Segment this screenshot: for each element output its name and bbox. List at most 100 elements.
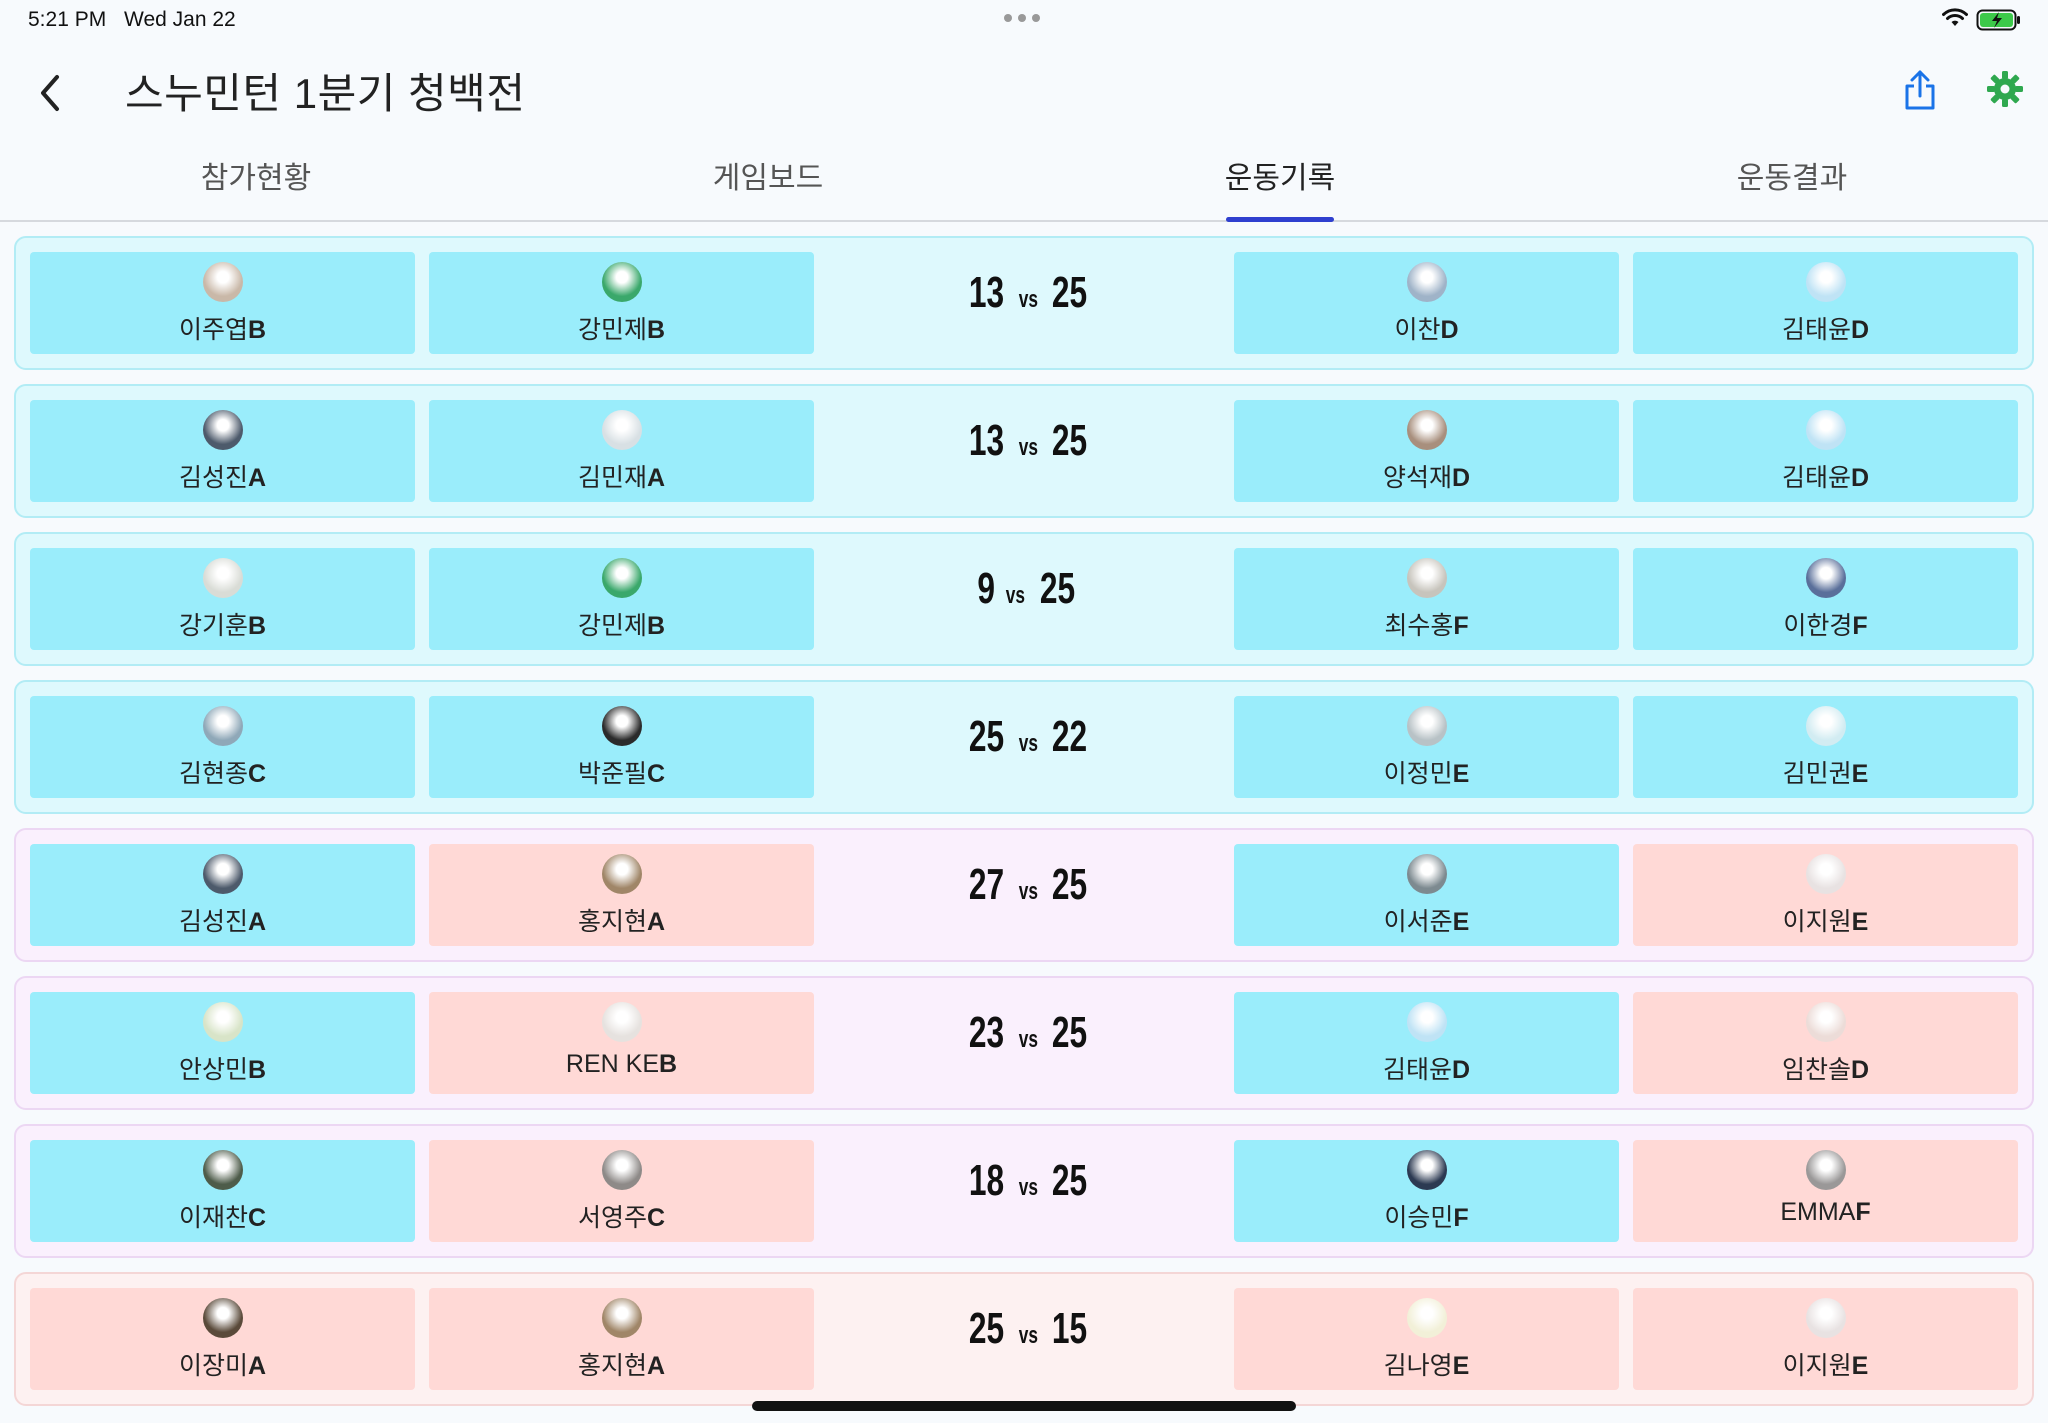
player-grade: D: [1440, 316, 1459, 344]
score-left: 25: [968, 1304, 1004, 1353]
player-card[interactable]: 강민제B: [429, 548, 814, 650]
player-grade: B: [247, 612, 267, 640]
back-button[interactable]: [30, 68, 70, 118]
player-card[interactable]: 강기훈B: [30, 548, 415, 650]
player-card[interactable]: 서영주C: [429, 1140, 814, 1242]
player-card[interactable]: 박준필C: [429, 696, 814, 798]
player-name-text: 임찬솔: [1781, 1056, 1851, 1084]
player-grade: D: [1850, 464, 1870, 492]
player-card[interactable]: 이승민F: [1234, 1140, 1619, 1242]
player-name: 서영주C: [578, 1198, 665, 1234]
player-grade: E: [1452, 1352, 1470, 1380]
player-grade: D: [1850, 316, 1870, 344]
player-grade: A: [247, 464, 267, 492]
game-row[interactable]: 이장미A 홍지현A 김나영E 이지원E 25 vs 15: [14, 1272, 2034, 1406]
player-card[interactable]: 김나영E: [1234, 1288, 1619, 1390]
score-right: 25: [1052, 416, 1088, 465]
tab-exercise-records[interactable]: 운동기록: [1024, 140, 1536, 222]
home-indicator[interactable]: [752, 1401, 1296, 1411]
avatar: [202, 1150, 243, 1190]
player-card[interactable]: 이지원E: [1633, 844, 2018, 946]
game-score: 25 vs 15: [828, 1304, 1228, 1374]
game-row[interactable]: 안상민B REN KEB 김태윤D 임찬솔D 23 vs 25: [14, 976, 2034, 1110]
player-card[interactable]: 김현종C: [30, 696, 415, 798]
player-card[interactable]: 이서준E: [1234, 844, 1619, 946]
score-left: 9: [977, 564, 995, 613]
player-card[interactable]: 강민제B: [429, 252, 814, 354]
player-name: 김성진A: [179, 458, 266, 494]
avatar: [1805, 1150, 1846, 1190]
player-name: 김민재A: [578, 458, 665, 494]
player-card[interactable]: 이주엽B: [30, 252, 415, 354]
score-vs: vs: [1018, 1174, 1038, 1201]
share-button[interactable]: [1902, 68, 1942, 116]
page-title: 스누민턴 1분기 청백전: [125, 70, 526, 117]
player-name-text: 박준필: [577, 760, 647, 788]
game-row[interactable]: 김성진A 홍지현A 이서준E 이지원E 27 vs 25: [14, 828, 2034, 962]
game-row[interactable]: 이주엽B 강민제B 이찬D 김태윤D 13 vs 25: [14, 236, 2034, 370]
player-name: 박준필C: [578, 754, 665, 790]
player-card[interactable]: 김성진A: [30, 844, 415, 946]
player-card[interactable]: EMMAF: [1633, 1140, 2018, 1242]
player-name-text: 김민권: [1782, 760, 1852, 788]
score-left: 18: [968, 1156, 1004, 1205]
player-card[interactable]: 양석재D: [1234, 400, 1619, 502]
game-row[interactable]: 이재찬C 서영주C 이승민F EMMAF 18 vs 25: [14, 1124, 2034, 1258]
player-card[interactable]: 김태윤D: [1633, 400, 2018, 502]
player-card[interactable]: 임찬솔D: [1633, 992, 2018, 1094]
settings-button[interactable]: [1986, 70, 2026, 110]
game-record-list[interactable]: 이주엽B 강민제B 이찬D 김태윤D 13 vs 25 김성진A 김민재A 양석재D 김태윤D 13 v…: [14, 236, 2034, 1423]
tab-participation[interactable]: 참가현황: [0, 140, 512, 220]
multitasking-dots-icon[interactable]: [1004, 14, 1040, 22]
status-bar: 5:21 PM Wed Jan 22: [0, 0, 2048, 40]
player-grade: C: [247, 760, 267, 788]
player-grade: F: [1453, 1204, 1469, 1232]
player-card[interactable]: 김태윤D: [1234, 992, 1619, 1094]
game-score: 18 vs 25: [828, 1156, 1228, 1226]
player-grade: C: [247, 1204, 267, 1232]
player-card[interactable]: 이정민E: [1234, 696, 1619, 798]
player-card[interactable]: 이지원E: [1633, 1288, 2018, 1390]
player-card[interactable]: REN KEB: [429, 992, 814, 1094]
avatar: [601, 262, 642, 302]
player-card[interactable]: 홍지현A: [429, 844, 814, 946]
player-name: 강기훈B: [179, 606, 266, 642]
player-grade: F: [1453, 612, 1469, 640]
score-vs: vs: [1018, 286, 1038, 313]
player-card[interactable]: 이장미A: [30, 1288, 415, 1390]
player-card[interactable]: 안상민B: [30, 992, 415, 1094]
player-name: 이지원E: [1783, 902, 1869, 938]
player-card[interactable]: 이한경F: [1633, 548, 2018, 650]
share-icon: [1905, 70, 1935, 110]
player-card[interactable]: 김민재A: [429, 400, 814, 502]
tab-label: 게임보드: [712, 162, 824, 195]
player-card[interactable]: 홍지현A: [429, 1288, 814, 1390]
player-name: 이서준E: [1384, 902, 1470, 938]
tab-game-board[interactable]: 게임보드: [512, 140, 1024, 220]
player-name: 김성진A: [179, 902, 266, 938]
avatar: [202, 558, 243, 598]
player-card[interactable]: 김성진A: [30, 400, 415, 502]
avatar: [601, 410, 642, 450]
player-name-text: 서영주: [577, 1204, 647, 1232]
player-name-text: 강민제: [577, 612, 647, 640]
player-card[interactable]: 김태윤D: [1633, 252, 2018, 354]
score-right: 25: [1052, 1008, 1088, 1057]
player-name: 김태윤D: [1782, 310, 1869, 346]
game-row[interactable]: 김성진A 김민재A 양석재D 김태윤D 13 vs 25: [14, 384, 2034, 518]
score-right: 25: [1052, 860, 1088, 909]
player-grade: B: [646, 612, 666, 640]
player-card[interactable]: 김민권E: [1633, 696, 2018, 798]
game-row[interactable]: 김현종C 박준필C 이정민E 김민권E 25 vs 22: [14, 680, 2034, 814]
player-card[interactable]: 이재찬C: [30, 1140, 415, 1242]
player-grade: A: [247, 908, 267, 936]
score-vs: vs: [1018, 730, 1038, 757]
score-right: 22: [1052, 712, 1088, 761]
game-row[interactable]: 강기훈B 강민제B 최수홍F 이한경F 9 vs 25: [14, 532, 2034, 666]
player-card[interactable]: 최수홍F: [1234, 548, 1619, 650]
player-name-text: 이재찬: [178, 1204, 248, 1232]
avatar: [1805, 1298, 1846, 1338]
player-name-text: EMMA: [1780, 1198, 1856, 1226]
player-card[interactable]: 이찬D: [1234, 252, 1619, 354]
tab-exercise-results[interactable]: 운동결과: [1536, 140, 2048, 220]
